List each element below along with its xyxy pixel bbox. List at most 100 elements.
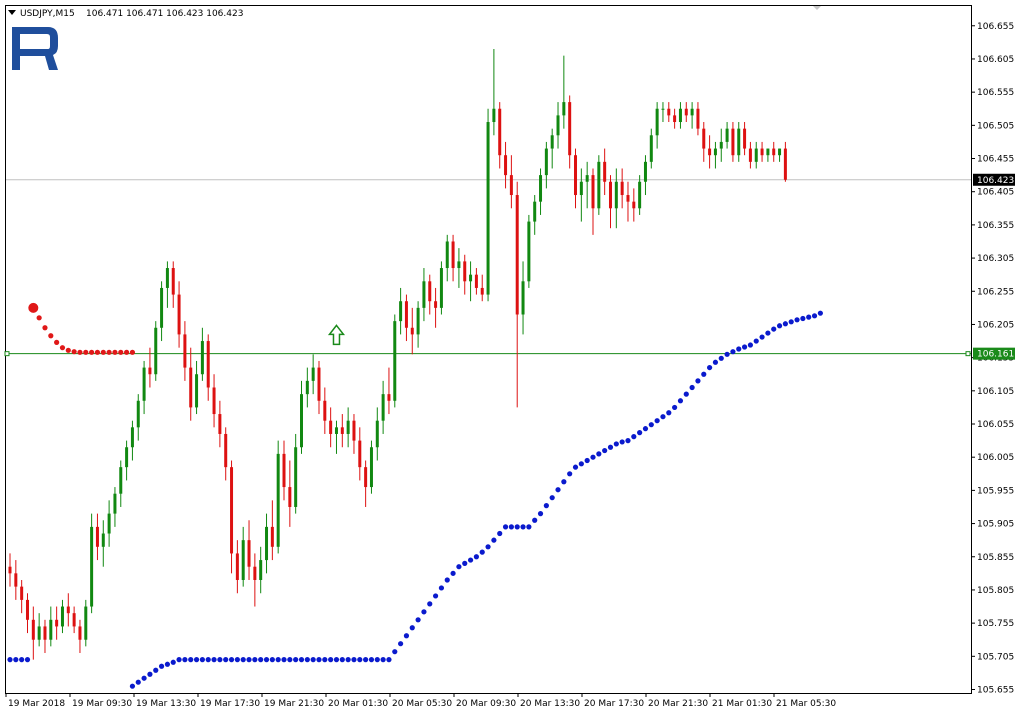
candle-body <box>125 447 129 468</box>
price-chart[interactable]: USDJPY,M15 106.471 106.471 106.423 106.4… <box>0 0 1018 715</box>
sar-dot <box>211 657 217 663</box>
stop-dot <box>124 349 130 355</box>
sar-dot <box>648 422 654 428</box>
sar-dot <box>736 346 742 352</box>
sar-dot <box>258 657 264 663</box>
y-tick-label: 106.355 <box>977 221 1014 231</box>
candle-body <box>731 128 735 156</box>
sar-dot <box>537 511 544 517</box>
candle-body <box>323 400 327 421</box>
candle-body <box>136 400 140 428</box>
chart-background <box>0 0 1018 715</box>
sar-dot <box>788 319 794 325</box>
sar-dot <box>578 461 584 467</box>
candle-body <box>235 553 239 580</box>
sar-dot <box>228 657 235 663</box>
candle-body <box>282 453 286 488</box>
y-tick-label: 105.755 <box>977 619 1014 629</box>
candle-body <box>37 626 41 640</box>
sar-dot <box>188 657 194 663</box>
sar-dot <box>724 351 730 357</box>
sar-dot <box>572 464 579 470</box>
candle-body <box>690 108 694 116</box>
candle-body <box>626 195 630 202</box>
candle-body <box>218 414 222 434</box>
candle-body <box>574 155 578 196</box>
candle-body <box>364 467 368 488</box>
sar-dot <box>252 657 258 663</box>
y-tick-label: 106.205 <box>977 320 1014 330</box>
candle-body <box>608 181 612 209</box>
sar-dot <box>263 657 270 663</box>
x-tick-label: 19 Mar 21:30 <box>264 699 324 709</box>
candle-body <box>655 108 659 136</box>
candle-body <box>148 367 152 375</box>
sar-dot <box>293 657 299 663</box>
sar-dot <box>19 657 25 663</box>
x-tick-label: 20 Mar 05:30 <box>392 699 452 709</box>
candle-body <box>766 148 770 156</box>
sar-dot <box>298 657 305 663</box>
sar-dot <box>741 344 748 350</box>
candle-body <box>696 108 700 129</box>
candle-body <box>14 573 18 587</box>
sar-dot <box>193 657 200 663</box>
sar-dot <box>526 524 532 530</box>
candle-body <box>673 115 677 123</box>
sar-dot <box>689 384 695 391</box>
sar-dot <box>607 444 614 450</box>
candle-body <box>177 294 181 335</box>
sar-dot <box>234 657 240 663</box>
candle-body <box>579 181 583 196</box>
candle-body <box>8 566 12 574</box>
candle-body <box>259 560 263 580</box>
sar-dot <box>170 659 176 665</box>
sar-dot <box>695 378 701 384</box>
candle-body <box>369 447 373 488</box>
candle <box>393 314 397 408</box>
stop-dot <box>65 347 71 353</box>
sar-dot <box>7 657 13 663</box>
sar-dot <box>520 524 526 530</box>
sar-dot <box>625 438 631 444</box>
candle-body <box>300 394 303 448</box>
candle-body <box>533 201 537 222</box>
candle-body <box>439 268 443 308</box>
candle-body <box>381 394 385 421</box>
sar-dot <box>811 313 818 319</box>
sar-dot <box>502 524 509 530</box>
sar-dot <box>817 310 823 316</box>
sar-dot <box>771 326 777 332</box>
sar-dot <box>217 657 223 663</box>
sar-dot <box>392 649 398 655</box>
svg-text:106.423: 106.423 <box>977 176 1014 186</box>
stop-dot <box>100 349 106 355</box>
level-line-handle-left <box>4 351 10 357</box>
candle-body <box>778 148 782 156</box>
sar-dot <box>782 321 788 327</box>
candle-body <box>509 175 513 196</box>
stop-dot <box>36 315 42 321</box>
sar-dot <box>462 560 468 566</box>
candle-body <box>469 274 473 282</box>
candle-body <box>527 221 531 282</box>
candle <box>597 155 601 215</box>
candle-body <box>562 102 566 116</box>
sar-dot <box>596 451 602 457</box>
candle <box>369 440 373 494</box>
x-tick-label: 21 Mar 01:30 <box>712 699 772 709</box>
candle-body <box>31 619 35 640</box>
y-tick-label: 106.005 <box>977 453 1014 463</box>
sar-dot <box>485 544 491 550</box>
sar-dot <box>223 657 229 663</box>
sar-dot <box>619 439 625 445</box>
candle-body <box>189 367 193 408</box>
candle-body <box>340 427 344 434</box>
candle-body <box>346 420 350 434</box>
sar-dot <box>403 633 410 639</box>
candle-body <box>451 241 455 269</box>
candle-body <box>183 334 187 368</box>
x-tick-label: 19 Mar 09:30 <box>72 699 132 709</box>
sar-dot <box>205 657 211 663</box>
candle-body <box>43 626 47 640</box>
